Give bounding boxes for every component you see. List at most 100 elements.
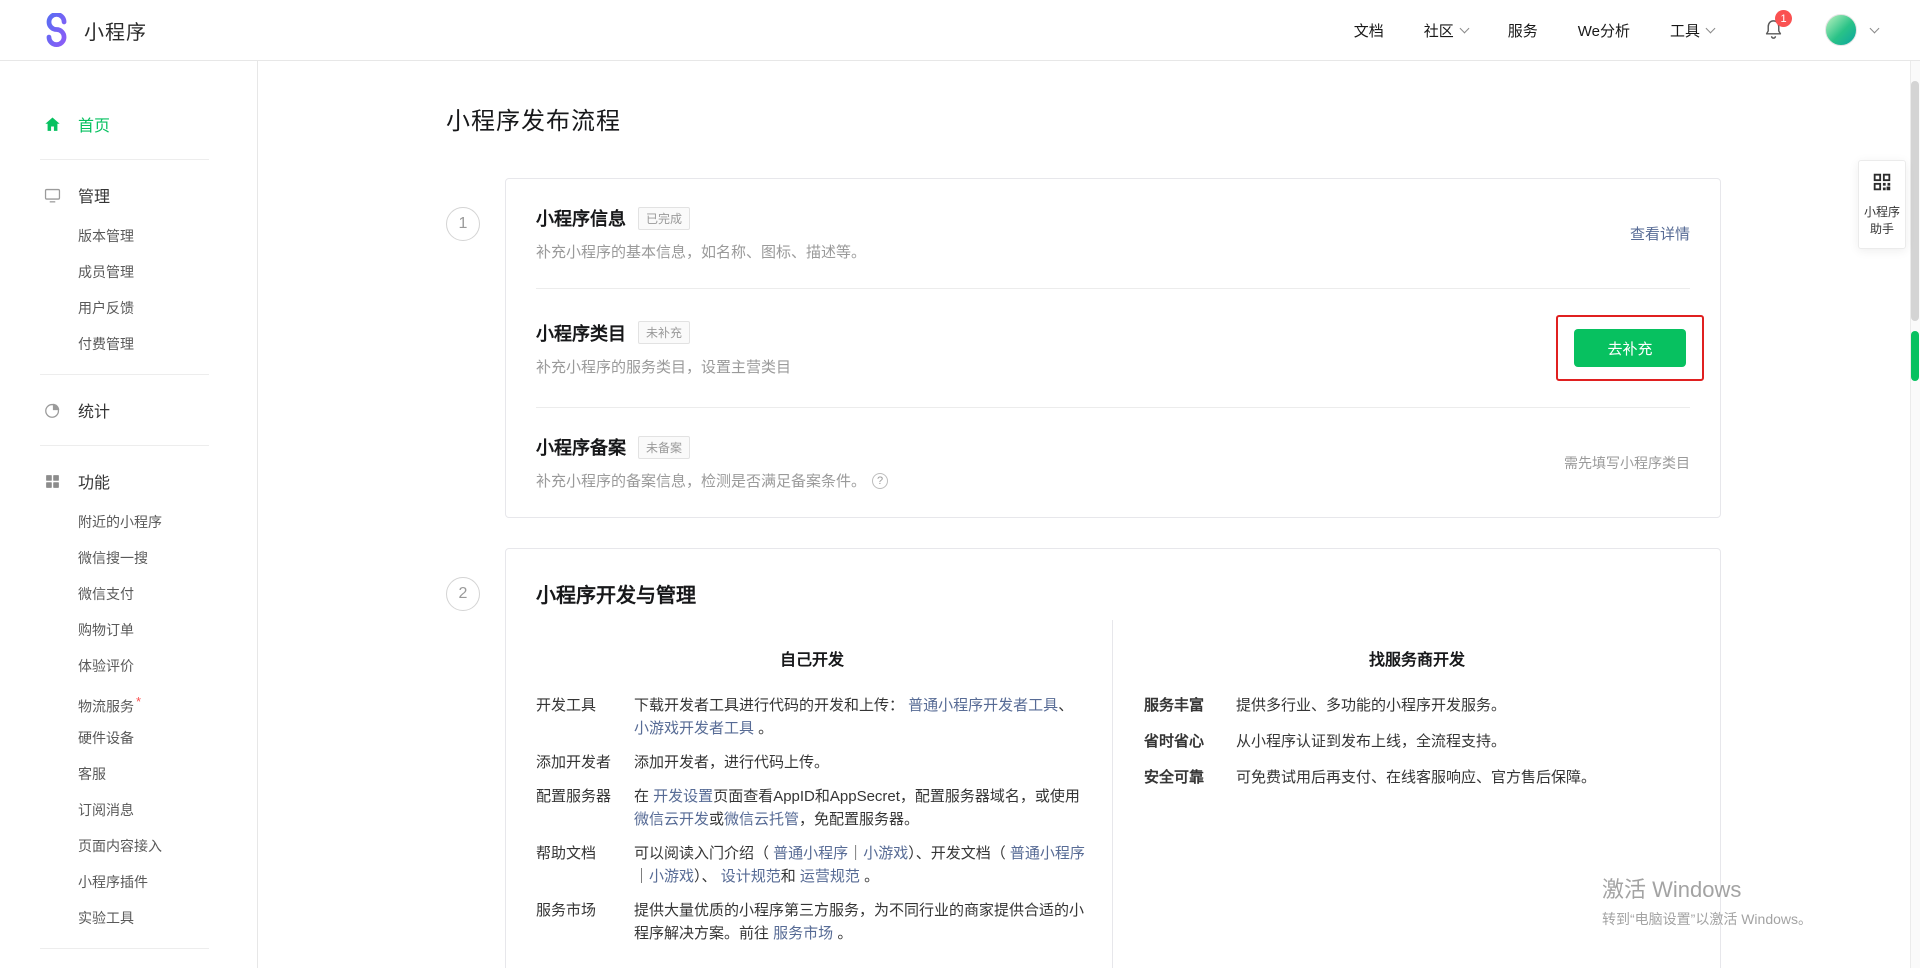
- sidebar-item[interactable]: 订阅消息: [0, 792, 257, 828]
- sidebar-item[interactable]: 页面内容接入: [0, 828, 257, 864]
- sidebar-item[interactable]: 版本管理: [0, 218, 257, 254]
- dev-row-label: 添加开发者: [536, 751, 634, 774]
- sidebar-item[interactable]: 物流服务*: [0, 684, 257, 720]
- dev-row: 服务市场提供大量优质的小程序第三方服务，为不同行业的商家提供合适的小程序解决方案…: [536, 899, 1088, 945]
- scrollbar-track[interactable]: [1910, 61, 1920, 968]
- text-segment: 提供大量优质的小程序第三方服务，为不同行业的商家提供合适的小程序解决方案。前往: [634, 902, 1084, 942]
- sidebar-group-home[interactable]: 首页: [0, 101, 257, 147]
- sidebar-item[interactable]: 购物订单: [0, 612, 257, 648]
- view-details-link[interactable]: 查看详情: [1630, 226, 1690, 243]
- scrollbar-green-marker: [1911, 331, 1919, 381]
- dev-row-text: 提供大量优质的小程序第三方服务，为不同行业的商家提供合适的小程序解决方案。前往 …: [634, 899, 1088, 945]
- sidebar-item[interactable]: 付费管理: [0, 326, 257, 362]
- column-heading: 自己开发: [536, 646, 1088, 670]
- dev-row-text: 添加开发者，进行代码上传。: [634, 751, 1088, 774]
- self-develop-column: 自己开发开发工具下载开发者工具进行代码的开发和上传： 普通小程序开发者工具、 小…: [536, 620, 1112, 968]
- help-icon[interactable]: ?: [872, 473, 888, 489]
- sidebar-item[interactable]: 实验工具: [0, 900, 257, 936]
- go-complete-button[interactable]: 去补充: [1574, 329, 1686, 367]
- dev-row-text: 下载开发者工具进行代码的开发和上传： 普通小程序开发者工具、 小游戏开发者工具 …: [634, 694, 1088, 740]
- wechat-miniprogram-logo[interactable]: 小程序: [40, 13, 147, 47]
- dev-row-text: 在 开发设置页面查看AppID和AppSecret，配置服务器域名，或使用微信云…: [634, 785, 1088, 831]
- divider: [40, 159, 209, 160]
- divider: [40, 948, 209, 949]
- divider: [40, 445, 209, 446]
- sidebar-group-label: 功能: [78, 469, 110, 493]
- assistant-label: 小程序助手: [1864, 204, 1900, 239]
- grid-icon: [42, 473, 62, 490]
- notification-bell-button[interactable]: 1: [1762, 18, 1785, 42]
- text-segment: 从小程序认证到发布上线，全流程支持。: [1236, 733, 1506, 750]
- avatar[interactable]: [1825, 14, 1857, 46]
- dev-row: 省时省心从小程序认证到发布上线，全流程支持。: [1144, 730, 1690, 753]
- text-segment: 提供多行业、多功能的小程序开发服务。: [1236, 697, 1506, 714]
- setup-item-title: 小程序信息: [536, 205, 626, 231]
- dev-row: 安全可靠可免费试用后再支付、在线客服响应、官方售后保障。: [1144, 766, 1690, 789]
- sidebar-group-statistics[interactable]: 统计: [0, 387, 257, 433]
- red-dot: *: [136, 694, 141, 709]
- status-tag: 已完成: [638, 207, 690, 230]
- status-tag: 未备案: [638, 436, 690, 459]
- setup-card: 小程序信息已完成补充小程序的基本信息，如名称、图标、描述等。查看详情小程序类目未…: [505, 178, 1721, 518]
- setup-row: 小程序信息已完成补充小程序的基本信息，如名称、图标、描述等。查看详情: [536, 179, 1690, 289]
- sidebar-item[interactable]: 成员管理: [0, 254, 257, 290]
- sidebar-item[interactable]: 客服: [0, 756, 257, 792]
- text-segment: 可以阅读入门介绍（: [634, 845, 773, 862]
- dev-row-label: 服务丰富: [1144, 694, 1236, 717]
- sidebar-group-features[interactable]: 功能: [0, 458, 257, 504]
- text-segment: ）、: [694, 868, 721, 885]
- nav-item-services[interactable]: 服务: [1508, 20, 1538, 41]
- dev-row-label: 帮助文档: [536, 842, 634, 888]
- text-segment: ｜: [634, 868, 649, 885]
- dev-row-text: 可免费试用后再支付、在线客服响应、官方售后保障。: [1236, 766, 1690, 789]
- text-segment: 或: [709, 811, 724, 828]
- desc-text: 补充小程序的服务类目，设置主营类目: [536, 356, 791, 377]
- nav-item-we-analytics[interactable]: We分析: [1578, 20, 1630, 41]
- sidebar-item[interactable]: 用户反馈: [0, 290, 257, 326]
- main-content: 小程序发布流程 1 小程序信息已完成补充小程序的基本信息，如名称、图标、描述等。…: [258, 61, 1920, 968]
- sidebar-item[interactable]: 体验评价: [0, 648, 257, 684]
- step-2-number: 2: [446, 577, 480, 611]
- dev-row-label: 省时省心: [1144, 730, 1236, 753]
- sidebar-item[interactable]: 小程序插件: [0, 864, 257, 900]
- step-1-section: 1 小程序信息已完成补充小程序的基本信息，如名称、图标、描述等。查看详情小程序类…: [446, 178, 1920, 518]
- nav-item-tools[interactable]: 工具: [1670, 20, 1714, 41]
- sidebar-item[interactable]: 微信搜一搜: [0, 540, 257, 576]
- inline-link[interactable]: 设计规范: [721, 868, 781, 885]
- miniprogram-assistant-widget[interactable]: 小程序助手: [1858, 160, 1906, 249]
- setup-row: 小程序类目未补充补充小程序的服务类目，设置主营类目去补充: [536, 289, 1690, 408]
- sidebar-group-label: 统计: [78, 398, 110, 422]
- development-columns: 自己开发开发工具下载开发者工具进行代码的开发和上传： 普通小程序开发者工具、 小…: [536, 620, 1690, 968]
- sidebar-group-management[interactable]: 管理: [0, 172, 257, 218]
- inline-link[interactable]: 普通小程序: [1010, 845, 1085, 862]
- nav-item-community[interactable]: 社区: [1424, 20, 1468, 41]
- account-chevron-down-icon[interactable]: [1870, 23, 1880, 33]
- page-title: 小程序发布流程: [446, 101, 1920, 136]
- desc-text: 补充小程序的备案信息，检测是否满足备案条件。: [536, 470, 866, 491]
- inline-link[interactable]: 小游戏: [863, 845, 908, 862]
- text-segment: 页面查看AppID和AppSecret，配置服务器域名，或使用: [713, 788, 1080, 805]
- text-segment: 添加开发者，进行代码上传。: [634, 754, 829, 771]
- development-card: 小程序开发与管理 自己开发开发工具下载开发者工具进行代码的开发和上传： 普通小程…: [505, 548, 1721, 968]
- sidebar-item[interactable]: 硬件设备: [0, 720, 257, 756]
- inline-link[interactable]: 微信云开发: [634, 811, 709, 828]
- inline-link[interactable]: 普通小程序开发者工具: [908, 697, 1058, 714]
- sidebar-item[interactable]: 微信支付: [0, 576, 257, 612]
- notification-count-badge: 1: [1775, 10, 1792, 27]
- inline-link[interactable]: 开发设置: [653, 788, 713, 805]
- inline-link[interactable]: 微信云托管: [724, 811, 799, 828]
- nav-item-docs[interactable]: 文档: [1354, 20, 1384, 41]
- inline-link[interactable]: 普通小程序: [773, 845, 848, 862]
- dev-row-label: 服务市场: [536, 899, 634, 945]
- scrollbar-thumb[interactable]: [1911, 81, 1919, 321]
- highlight-box: 去补充: [1556, 315, 1704, 381]
- inline-link[interactable]: 运营规范: [800, 868, 860, 885]
- miniprogram-logo-icon: [40, 13, 74, 47]
- vendor-develop-column: 找服务商开发服务丰富提供多行业、多功能的小程序开发服务。省时省心从小程序认证到发…: [1112, 620, 1690, 968]
- inline-link[interactable]: 小游戏开发者工具: [634, 720, 754, 737]
- inline-link[interactable]: 服务市场: [773, 925, 833, 942]
- setup-item-title: 小程序备案: [536, 434, 626, 460]
- sidebar-group-label: 首页: [78, 112, 110, 136]
- inline-link[interactable]: 小游戏: [649, 868, 694, 885]
- sidebar-item[interactable]: 附近的小程序: [0, 504, 257, 540]
